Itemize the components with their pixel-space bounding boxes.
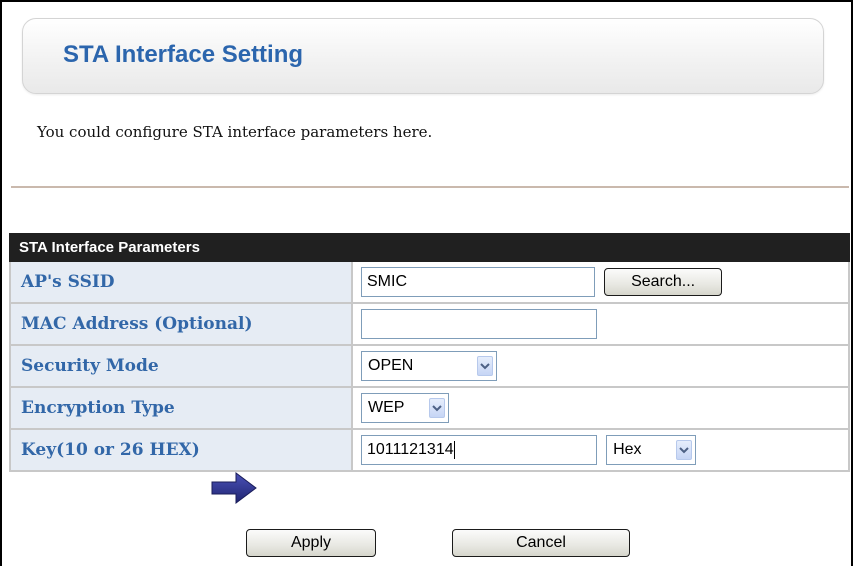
ssid-input[interactable]: SMIC — [361, 267, 595, 297]
chevron-down-icon[interactable] — [676, 440, 693, 460]
key-cell: 1011121314 Hex — [351, 428, 850, 472]
row-security: Security Mode OPEN — [9, 344, 850, 388]
mac-label: MAC Address (Optional) — [9, 302, 353, 346]
mac-cell — [351, 302, 850, 346]
cancel-button[interactable]: Cancel — [452, 529, 630, 557]
key-format-select[interactable]: Hex — [606, 435, 697, 465]
page-title: STA Interface Setting — [63, 41, 304, 68]
ssid-cell: SMIC Search... — [351, 260, 850, 304]
chevron-down-icon[interactable] — [477, 356, 493, 376]
key-format-value: Hex — [613, 441, 642, 458]
row-encryption: Encryption Type WEP — [9, 386, 850, 430]
key-input[interactable]: 1011121314 — [361, 435, 597, 465]
page-description: You could configure STA interface parame… — [37, 123, 433, 141]
arrow-right-icon — [210, 471, 258, 509]
divider — [11, 186, 849, 188]
ssid-label: AP's SSID — [9, 260, 353, 304]
row-key: Key(10 or 26 HEX) 1011121314 Hex — [9, 428, 850, 472]
chevron-down-icon[interactable] — [429, 398, 445, 418]
row-mac: MAC Address (Optional) — [9, 302, 850, 346]
title-panel: STA Interface Setting — [22, 18, 824, 94]
row-ssid: AP's SSID SMIC Search... — [9, 260, 850, 304]
encryption-cell: WEP — [351, 386, 850, 430]
security-mode-value: OPEN — [368, 357, 414, 374]
section-header: STA Interface Parameters — [9, 233, 850, 262]
security-mode-select[interactable]: OPEN — [361, 351, 497, 381]
security-cell: OPEN — [351, 344, 850, 388]
encryption-type-select[interactable]: WEP — [361, 393, 449, 423]
security-label: Security Mode — [9, 344, 353, 388]
text-caret — [453, 440, 455, 459]
encryption-label: Encryption Type — [9, 386, 353, 430]
sta-parameters-table: STA Interface Parameters AP's SSID SMIC … — [9, 233, 850, 472]
encryption-type-value: WEP — [368, 399, 405, 416]
key-value: 1011121314 — [367, 441, 454, 458]
mac-input[interactable] — [361, 309, 597, 339]
key-label: Key(10 or 26 HEX) — [9, 428, 353, 472]
action-buttons: Apply Cancel — [0, 526, 856, 562]
search-button[interactable]: Search... — [604, 268, 723, 296]
apply-button[interactable]: Apply — [246, 529, 376, 557]
